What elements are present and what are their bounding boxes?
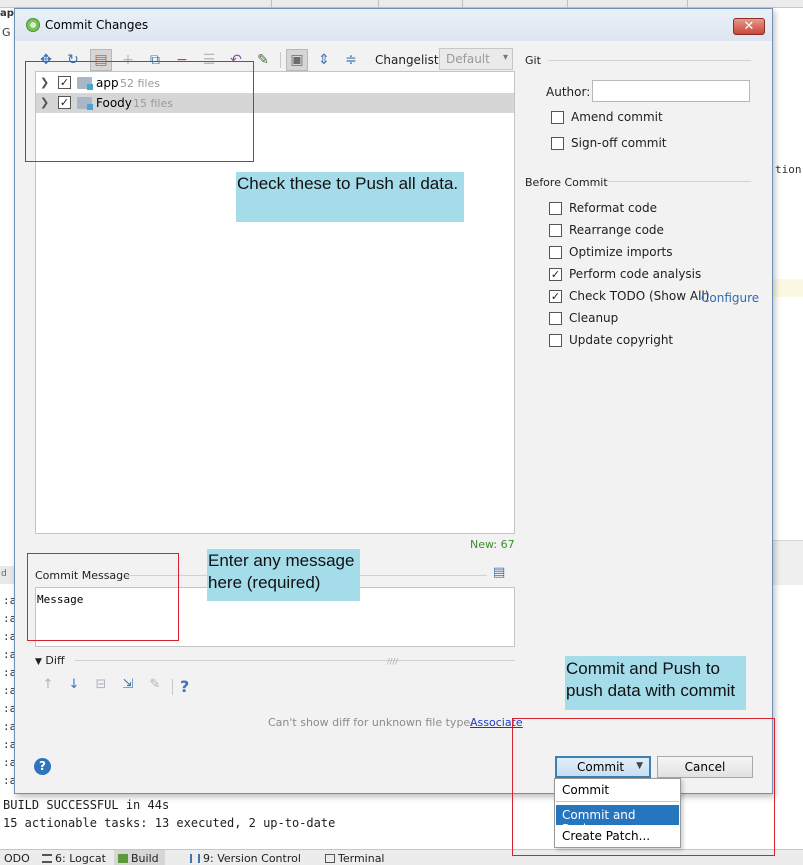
- tool-tab-label: Terminal: [338, 852, 385, 865]
- reformat-code-checkbox[interactable]: [549, 202, 562, 215]
- tool-tab-version-control[interactable]: 9: Version Control: [186, 850, 307, 865]
- previous-difference-icon[interactable]: ↑: [39, 677, 57, 697]
- author-label: Author:: [546, 85, 591, 99]
- close-button[interactable]: ✕: [733, 18, 765, 35]
- ide-tab-divider: [378, 0, 379, 8]
- signoff-commit-checkbox[interactable]: [551, 137, 564, 150]
- ide-tab-divider: [271, 0, 272, 8]
- annotation-outline-message: [27, 553, 179, 641]
- section-divider: [548, 60, 751, 61]
- changelist-dropdown[interactable]: Default ▾: [439, 48, 513, 70]
- option-label: Optimize imports: [569, 245, 673, 259]
- option-label: Perform code analysis: [569, 267, 702, 281]
- collapse-all-icon[interactable]: ≑: [340, 49, 362, 71]
- tool-tab-todo[interactable]: ODO: [0, 850, 36, 865]
- git-section-title: Git: [525, 54, 541, 67]
- option-label: Cleanup: [569, 311, 619, 325]
- option-label: Check TODO (Show All): [569, 289, 710, 303]
- ide-tab-bar: [0, 0, 803, 8]
- edit-icon[interactable]: ✎: [252, 49, 274, 71]
- cleanup-checkbox[interactable]: [549, 312, 562, 325]
- ide-editor-text: tion: [775, 163, 802, 176]
- annotation-tree-note: Check these to Push all data.: [236, 172, 464, 222]
- diff-unavailable-text: Can't show diff for unknown file type.: [268, 716, 474, 729]
- option-label: Update copyright: [569, 333, 674, 347]
- ide-side-letter: G: [2, 26, 11, 39]
- compare-icon[interactable]: ⊟: [92, 677, 110, 697]
- tool-tab-terminal[interactable]: Terminal: [321, 850, 391, 865]
- ide-tab-divider: [567, 0, 568, 8]
- code-analysis-checkbox[interactable]: ✓: [549, 268, 562, 281]
- annotation-outline-commit: [512, 718, 775, 856]
- ide-editor-highlight: [772, 279, 803, 297]
- tool-tab-label: Build: [131, 852, 159, 865]
- ide-tab-divider: [687, 0, 688, 8]
- toolbar-separator: [280, 52, 281, 68]
- update-copyright-checkbox[interactable]: [549, 334, 562, 347]
- android-studio-icon: [26, 18, 40, 32]
- option-label: Rearrange code: [569, 223, 664, 237]
- dialog-title-bar[interactable]: Commit Changes ✕: [15, 9, 772, 41]
- new-files-count: New: 67: [470, 538, 515, 551]
- diff-toggle[interactable]: ▼ Diff: [35, 654, 65, 667]
- ide-editor-panel: [772, 150, 803, 540]
- configure-todo-link[interactable]: Configure: [701, 291, 759, 305]
- rearrange-code-checkbox[interactable]: [549, 224, 562, 237]
- changelist-value: Default: [446, 52, 490, 66]
- section-divider: [75, 660, 515, 661]
- tool-tab-build[interactable]: Build: [114, 850, 165, 865]
- help-icon[interactable]: ?: [34, 758, 51, 775]
- section-divider: [608, 181, 751, 182]
- vcs-icon: [190, 854, 200, 863]
- jump-to-source-icon[interactable]: ⇲: [119, 677, 137, 697]
- option-label: Amend commit: [571, 110, 663, 124]
- console-build-result: BUILD SUCCESSFUL in 44s: [3, 798, 170, 812]
- amend-commit-checkbox[interactable]: [551, 111, 564, 124]
- tool-tab-label: ODO: [4, 852, 30, 865]
- tool-tab-label: 9: Version Control: [203, 852, 301, 865]
- terminal-icon: [325, 854, 335, 863]
- tool-tab-label: 6: Logcat: [55, 852, 106, 865]
- dialog-title: Commit Changes: [45, 18, 149, 32]
- annotation-push-note: Commit and Push to push data with commit: [565, 656, 746, 710]
- logcat-icon: [42, 854, 52, 863]
- build-icon: [118, 854, 128, 863]
- ide-tab-divider: [462, 0, 463, 8]
- ide-editor-gutter: [772, 540, 803, 585]
- option-label: Reformat code: [569, 201, 657, 215]
- before-commit-title: Before Commit: [525, 176, 608, 189]
- optimize-imports-checkbox[interactable]: [549, 246, 562, 259]
- collapse-icon: ▼: [35, 657, 42, 667]
- tool-tab-logcat[interactable]: 6: Logcat: [38, 850, 112, 865]
- splitter-grip[interactable]: ////: [387, 657, 398, 666]
- option-label: Sign-off commit: [571, 136, 667, 150]
- author-input[interactable]: [592, 80, 750, 102]
- check-todo-checkbox[interactable]: ✓: [549, 290, 562, 303]
- diff-help-icon[interactable]: ?: [180, 677, 189, 696]
- annotation-outline-tree: [25, 61, 254, 162]
- view-options-icon[interactable]: ▣: [286, 49, 308, 71]
- chevron-down-icon: ▾: [502, 52, 508, 63]
- expand-all-icon[interactable]: ⇕: [313, 49, 335, 71]
- ide-editor-tab[interactable]: ap: [0, 8, 14, 20]
- annotation-message-note: Enter any message here (required): [207, 549, 360, 601]
- message-history-icon[interactable]: ▤: [493, 565, 509, 581]
- next-difference-icon[interactable]: ↓: [65, 677, 83, 697]
- edit-source-icon[interactable]: ✎: [146, 677, 164, 697]
- ide-console-header: d: [0, 566, 15, 584]
- diff-label: Diff: [45, 654, 65, 667]
- toolbar-separator: [172, 679, 173, 695]
- console-task-summary: 15 actionable tasks: 13 executed, 2 up-t…: [3, 816, 336, 830]
- ide-console-gutter: d :a :a :a :a :a :a :a :a :a :a :a: [0, 566, 16, 792]
- changelist-label: Changelist:: [375, 53, 443, 67]
